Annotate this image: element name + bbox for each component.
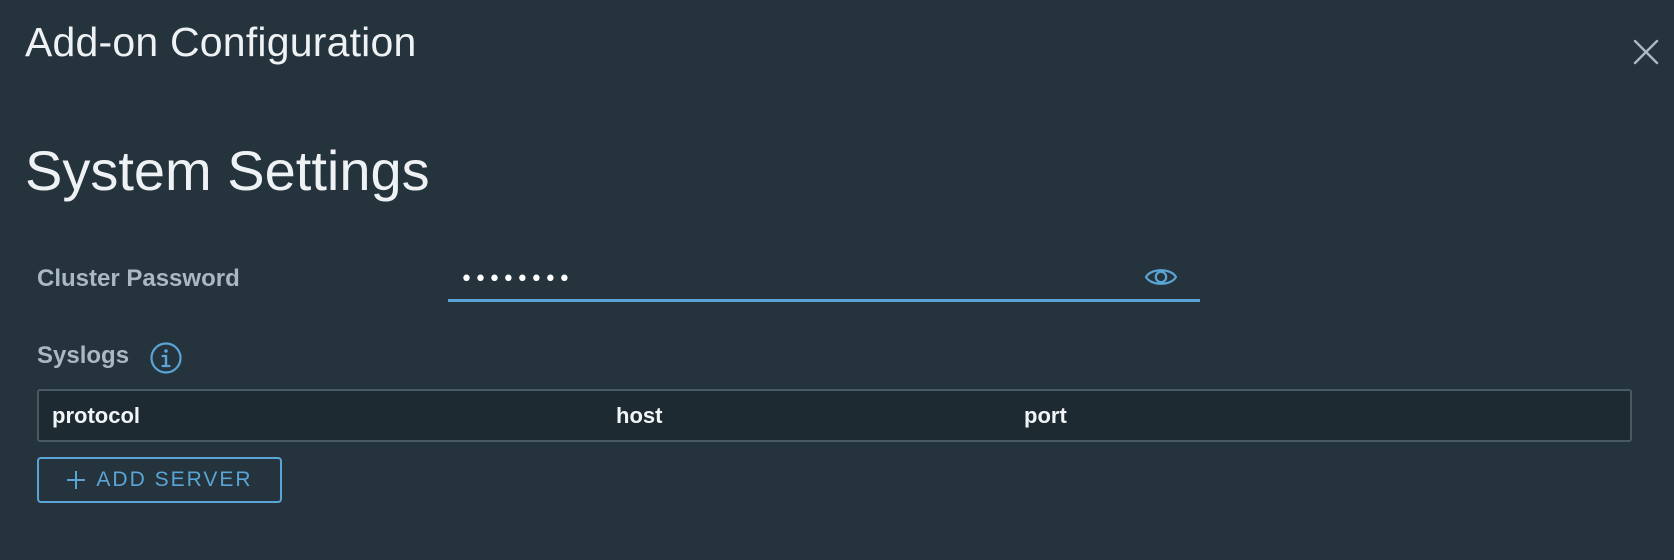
show-password-button[interactable]: [1144, 264, 1178, 290]
syslogs-label: Syslogs: [37, 342, 130, 369]
eye-icon: [1144, 269, 1178, 294]
info-icon[interactable]: [149, 341, 183, 375]
column-header-host: host: [616, 403, 663, 428]
syslogs-table: protocol host port: [37, 389, 1632, 442]
section-title: System Settings: [25, 139, 430, 202]
cluster-password-label: Cluster Password: [37, 265, 240, 292]
add-server-button[interactable]: ADD SERVER: [37, 457, 282, 503]
column-header-port: port: [1024, 403, 1067, 428]
modal-title: Add-on Configuration: [25, 19, 417, 65]
cluster-password-field: [448, 258, 1200, 302]
close-button[interactable]: [1630, 36, 1662, 68]
add-server-label: ADD SERVER: [96, 468, 253, 491]
close-icon: [1630, 36, 1662, 68]
cluster-password-input[interactable]: [460, 262, 1100, 296]
column-header-protocol: protocol: [52, 403, 140, 428]
plus-icon: [66, 470, 86, 490]
